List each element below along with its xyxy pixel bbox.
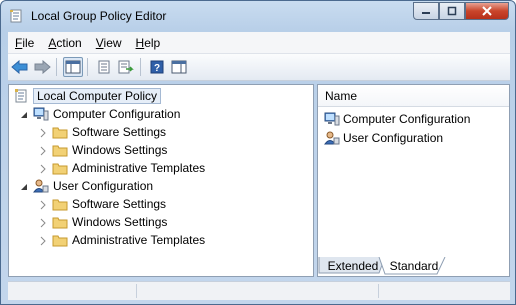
minimize-icon — [422, 12, 430, 14]
tree-node-computer-configuration[interactable]: Computer Configuration — [19, 105, 180, 123]
folder-icon — [52, 125, 68, 139]
menu-view[interactable]: View — [89, 36, 129, 50]
back-arrow-icon — [11, 60, 28, 74]
status-bar — [8, 281, 510, 300]
list-item-label: Computer Configuration — [343, 112, 471, 126]
expand-arrow-icon[interactable] — [38, 163, 48, 174]
toolbar-separator — [140, 58, 141, 76]
export-list-button[interactable] — [116, 57, 136, 77]
tree-node-label: User Configuration — [53, 179, 154, 193]
computer-icon — [324, 112, 340, 126]
console-tree-pane[interactable]: Local Computer Policy Computer Configura… — [8, 84, 314, 277]
properties-button[interactable] — [94, 57, 114, 77]
tree-node-administrative-templates[interactable]: Administrative Templates — [38, 159, 205, 177]
svg-text:?: ? — [154, 63, 160, 74]
tree-root-label: Local Computer Policy — [33, 88, 162, 104]
tree-node-label: Administrative Templates — [72, 233, 206, 247]
expand-arrow-icon[interactable] — [38, 127, 48, 138]
folder-icon — [52, 215, 68, 229]
folder-icon — [52, 197, 68, 211]
collapse-arrow-icon[interactable] — [19, 109, 29, 119]
export-list-icon — [118, 60, 134, 74]
show-action-pane-button[interactable] — [169, 57, 189, 77]
tree-node-software-settings[interactable]: Software Settings — [38, 123, 166, 141]
caption-buttons — [413, 2, 509, 20]
close-icon — [482, 6, 492, 16]
column-header-name[interactable]: Name — [318, 85, 509, 107]
expand-arrow-icon[interactable] — [38, 199, 48, 210]
list-item-label: User Configuration — [343, 131, 444, 145]
forward-button[interactable] — [32, 57, 52, 77]
user-icon — [324, 131, 340, 145]
help-button[interactable]: ? — [147, 57, 167, 77]
show-action-pane-icon — [171, 60, 187, 74]
view-tabs: Extended Standard — [317, 257, 510, 277]
expand-arrow-icon[interactable] — [38, 145, 48, 156]
menu-action-label: ction — [56, 35, 82, 50]
forward-arrow-icon — [34, 60, 51, 74]
toolbar-separator — [56, 58, 57, 76]
toolbar-separator — [87, 58, 88, 76]
tree-node-user-configuration[interactable]: User Configuration — [19, 177, 153, 195]
menu-help-accesskey: H — [135, 35, 145, 50]
tree-node-windows-settings[interactable]: Windows Settings — [38, 141, 167, 159]
tree-node-label: Computer Configuration — [53, 107, 181, 121]
menu-help-label: elp — [144, 35, 161, 50]
app-window: Local Group Policy Editor File Action Vi… — [0, 0, 516, 305]
maximize-button[interactable] — [439, 2, 465, 20]
tree-node-label: Windows Settings — [72, 143, 168, 157]
status-bar-section — [138, 284, 379, 298]
computer-icon — [33, 107, 49, 121]
tree-node-label: Windows Settings — [72, 215, 168, 229]
tab-extended[interactable]: Extended — [323, 257, 383, 274]
close-button[interactable] — [465, 2, 509, 20]
tree-node-administrative-templates[interactable]: Administrative Templates — [38, 231, 205, 249]
tab-standard-label: Standard — [389, 258, 439, 273]
menu-file-label: ile — [22, 35, 35, 50]
tab-standard[interactable]: Standard — [385, 257, 443, 274]
menu-view-label: iew — [103, 35, 122, 50]
menu-bar: File Action View Help — [8, 32, 510, 54]
toolbar: ? — [8, 54, 510, 81]
tree-node-windows-settings[interactable]: Windows Settings — [38, 213, 167, 231]
status-bar-section — [8, 284, 137, 298]
tree-node-label: Software Settings — [72, 197, 167, 211]
back-button[interactable] — [10, 57, 30, 77]
menu-help[interactable]: Help — [129, 36, 168, 50]
tree-node-software-settings[interactable]: Software Settings — [38, 195, 166, 213]
list-item-computer-configuration[interactable]: Computer Configuration — [324, 110, 470, 128]
menu-view-accesskey: V — [95, 35, 104, 50]
folder-icon — [52, 143, 68, 157]
expand-arrow-icon[interactable] — [38, 217, 48, 228]
window-title: Local Group Policy Editor — [31, 9, 167, 23]
title-bar[interactable]: Local Group Policy Editor — [1, 1, 515, 31]
help-icon: ? — [150, 60, 164, 74]
tree-root-node[interactable]: Local Computer Policy — [13, 87, 162, 105]
menu-file[interactable]: File — [8, 36, 41, 50]
show-hide-console-tree-button[interactable] — [63, 57, 83, 77]
tab-extended-label: Extended — [327, 258, 379, 273]
policy-editor-app-icon — [9, 9, 23, 23]
policy-document-icon — [13, 89, 29, 103]
expand-arrow-icon[interactable] — [38, 235, 48, 246]
details-pane[interactable]: Name Computer Configuration User Configu… — [317, 84, 510, 277]
collapse-arrow-icon[interactable] — [19, 181, 29, 191]
folder-icon — [52, 161, 68, 175]
column-header-label: Name — [325, 88, 358, 103]
user-icon — [33, 179, 49, 193]
show-hide-console-tree-icon — [65, 60, 81, 74]
list-item-user-configuration[interactable]: User Configuration — [324, 129, 443, 147]
tree-node-label: Administrative Templates — [72, 161, 206, 175]
properties-icon — [98, 60, 110, 74]
maximize-icon — [447, 6, 457, 16]
folder-icon — [52, 233, 68, 247]
menu-action[interactable]: Action — [41, 36, 88, 50]
minimize-button[interactable] — [413, 2, 439, 20]
tree-node-label: Software Settings — [72, 125, 167, 139]
